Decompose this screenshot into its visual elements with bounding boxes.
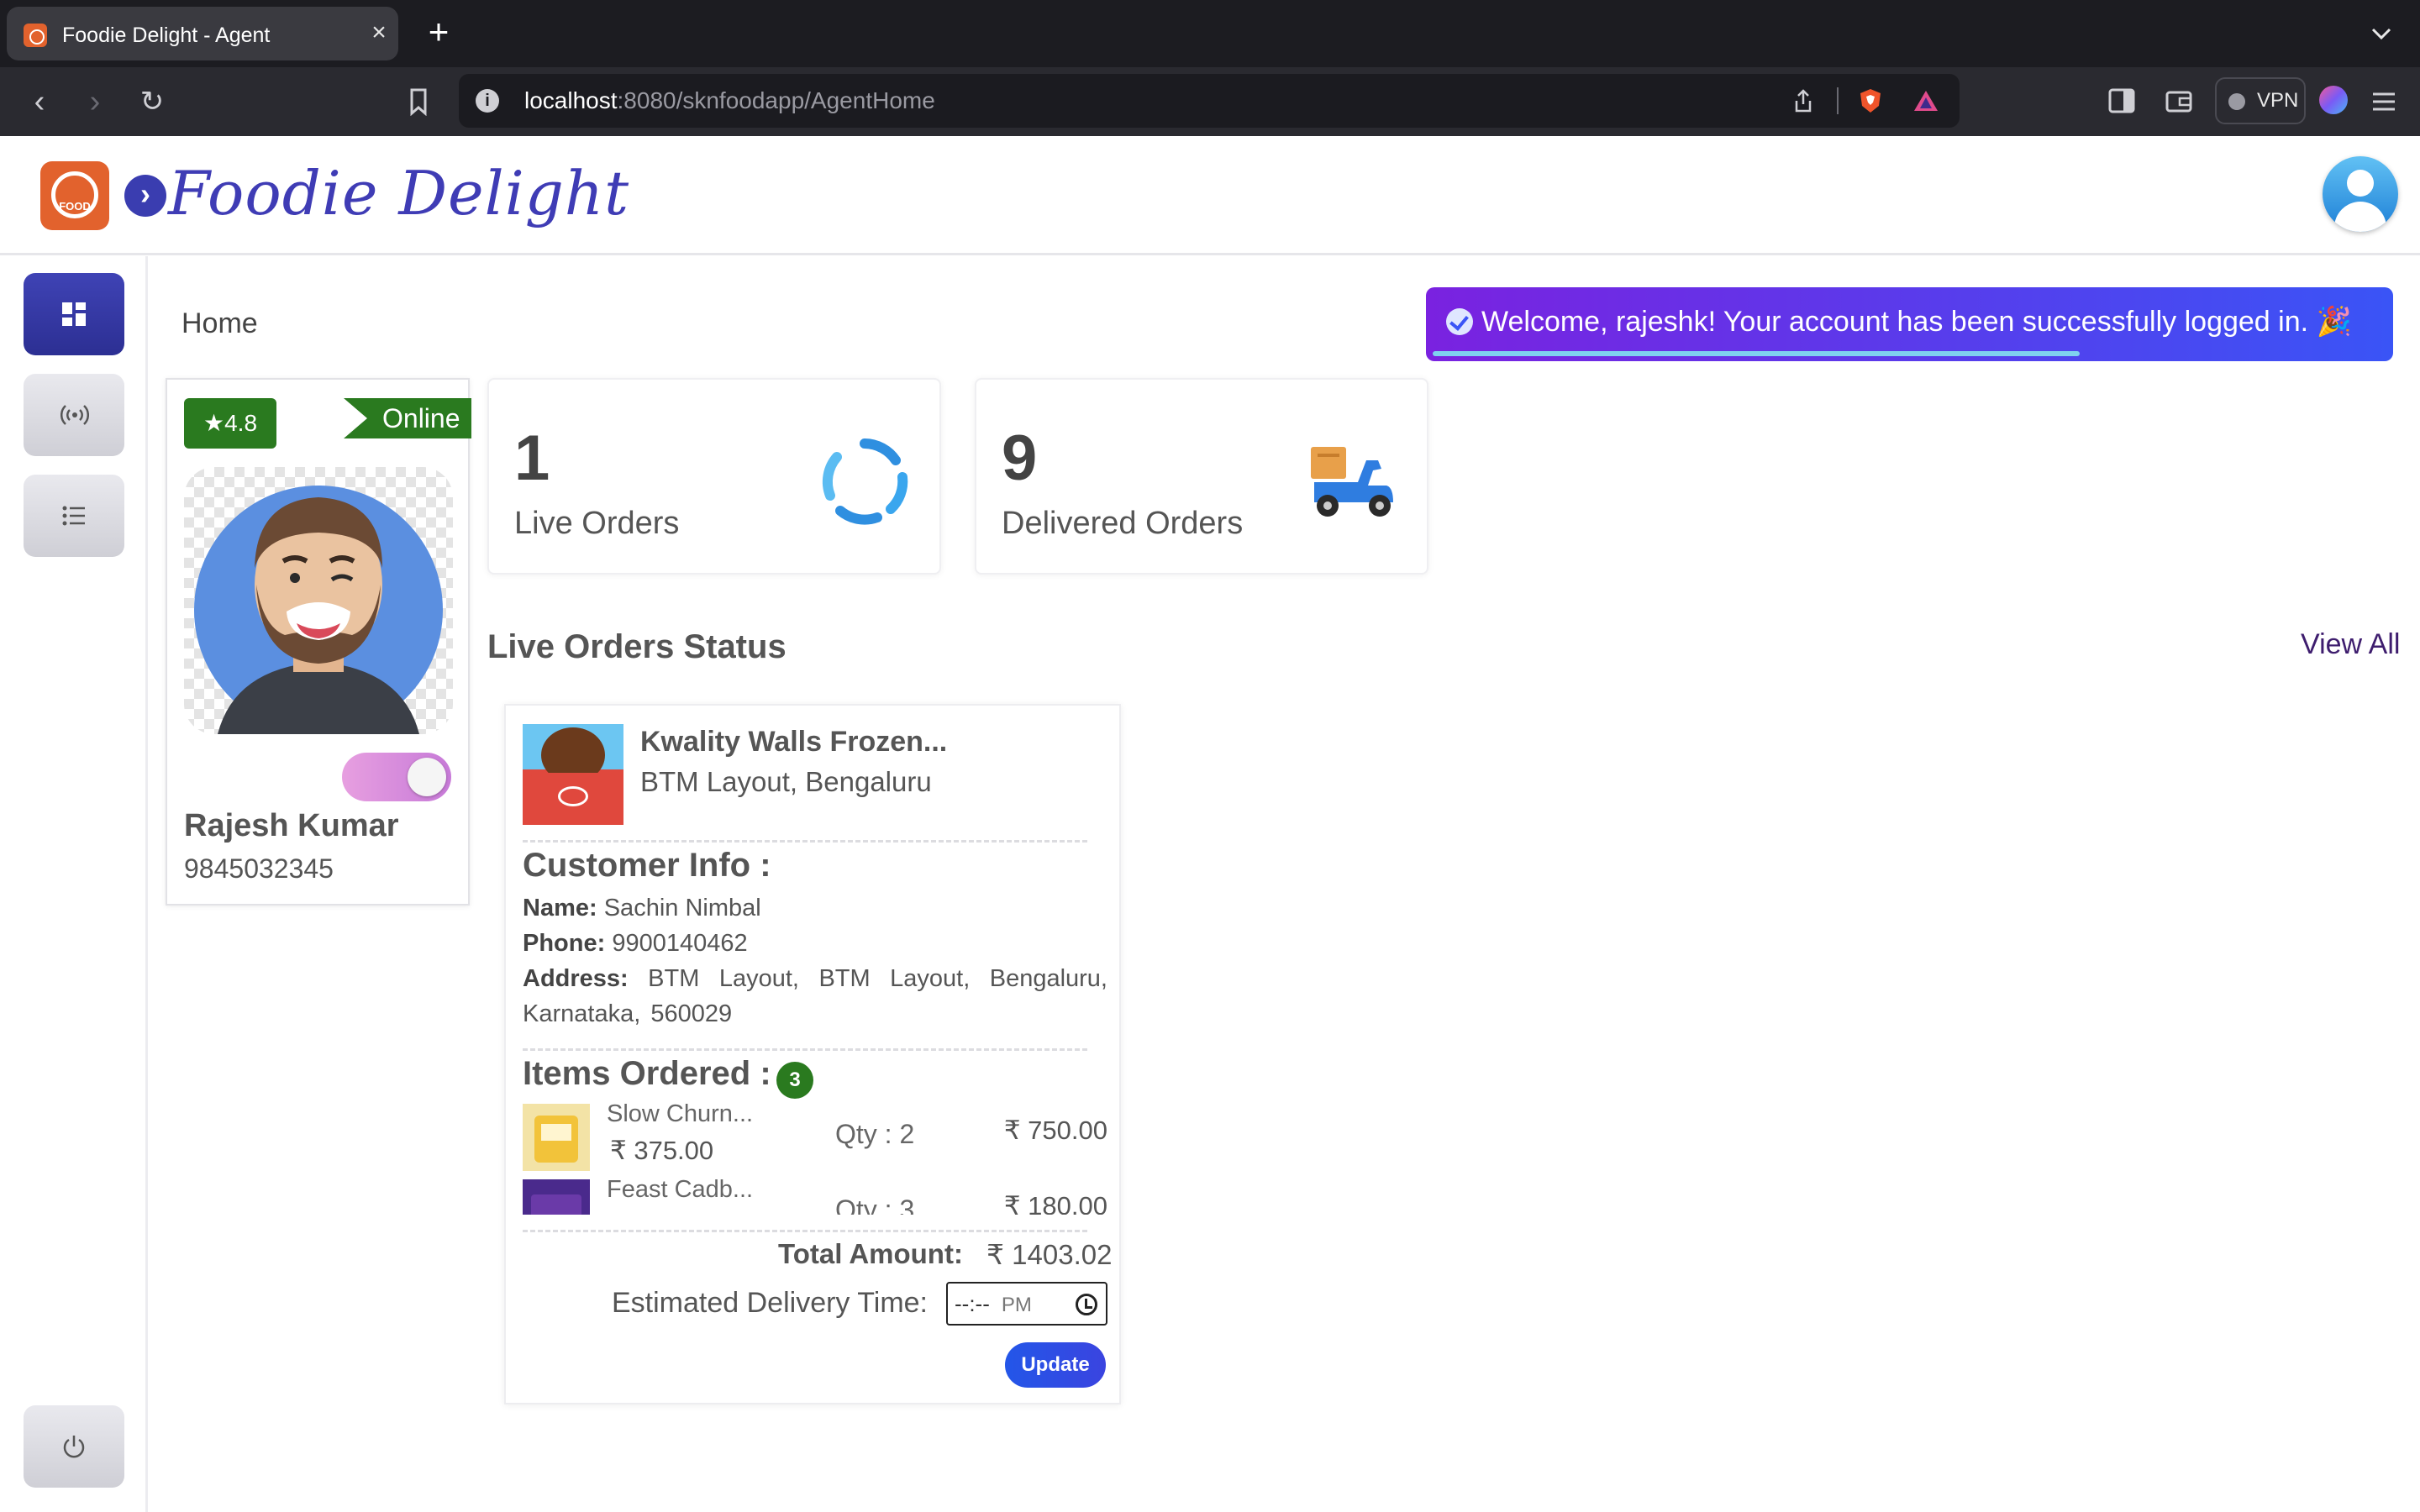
back-button[interactable]: ‹ <box>20 82 59 121</box>
divider <box>523 1048 1087 1051</box>
toast-progress-bar <box>1433 351 2080 356</box>
user-avatar-icon[interactable] <box>2323 156 2398 232</box>
url-text[interactable]: localhost:8080/sknfoodapp/AgentHome <box>524 87 935 114</box>
rating-badge: ★4.8 <box>184 398 276 449</box>
sidebar-item-orders[interactable] <box>24 475 124 557</box>
items-count-badge: 3 <box>776 1062 813 1099</box>
customer-info-title: Customer Info : <box>523 847 771 884</box>
item-qty: Qty : 2 <box>835 1119 915 1149</box>
brave-shield-icon[interactable] <box>1857 87 1884 114</box>
restaurant-name: Kwality Walls Frozen... <box>640 726 948 758</box>
agent-phone: 9845032345 <box>184 853 334 884</box>
clock-icon[interactable] <box>1076 1294 1097 1315</box>
live-orders-count: 1 <box>514 423 550 494</box>
share-icon[interactable] <box>1790 87 1817 114</box>
list-item: Slow Churn... ₹ 375.00 Qty : 2 ₹ 750.00 <box>523 1100 1107 1176</box>
profile-icon[interactable] <box>2319 86 2348 114</box>
restaurant-image <box>523 724 623 825</box>
broadcast-icon <box>60 405 89 425</box>
item-price: ₹ 375.00 <box>610 1136 714 1165</box>
wallet-icon[interactable] <box>2165 87 2193 114</box>
browser-tab-bar: Foodie Delight - Agent × + <box>0 0 2420 67</box>
brand-title: Foodie Delight <box>168 158 630 228</box>
food-logo-icon[interactable]: FOOD <box>40 161 109 230</box>
forward-button[interactable]: › <box>76 82 114 121</box>
live-orders-card[interactable]: 1 Live Orders <box>487 378 941 575</box>
grid-icon <box>62 302 86 326</box>
sidebar-toggle-icon[interactable] <box>2107 87 2136 114</box>
order-card: Kwality Walls Frozen... BTM Layout, Beng… <box>504 704 1121 1404</box>
list-item: Feast Cadb... Qty : 3 ₹ 180.00 <box>523 1176 1107 1215</box>
total-amount-label: Total Amount: <box>778 1238 963 1269</box>
sidebar <box>0 256 148 1512</box>
chevron-down-icon[interactable] <box>2366 18 2396 49</box>
delivered-orders-card[interactable]: 9 Delivered Orders <box>975 378 1428 575</box>
divider <box>1837 87 1839 114</box>
online-toggle[interactable] <box>342 753 451 801</box>
restaurant-location: BTM Layout, Bengaluru <box>640 766 932 797</box>
brave-rewards-icon[interactable] <box>1912 87 1939 114</box>
item-qty: Qty : 3 <box>835 1194 915 1215</box>
bookmark-icon[interactable] <box>405 87 432 116</box>
eta-label: Estimated Delivery Time: <box>612 1287 928 1319</box>
live-orders-status-title: Live Orders Status <box>487 628 786 665</box>
delivered-orders-label: Delivered Orders <box>1002 506 1244 541</box>
delivery-scooter-icon <box>1311 447 1393 517</box>
vpn-button[interactable]: VPN <box>2215 77 2306 124</box>
items-list[interactable]: Slow Churn... ₹ 375.00 Qty : 2 ₹ 750.00 … <box>523 1100 1107 1215</box>
favicon-icon <box>24 24 47 47</box>
sidebar-item-dashboard[interactable] <box>24 273 124 355</box>
items-ordered-title: Items Ordered : <box>523 1055 771 1092</box>
item-thumbnail <box>523 1104 590 1171</box>
tab-title: Foodie Delight - Agent <box>62 24 271 47</box>
vpn-status-icon <box>2228 93 2245 110</box>
agent-profile-card: ★4.8 Online Rajesh Kumar 9845032345 <box>166 378 471 906</box>
status-ribbon: Online <box>344 398 471 438</box>
divider <box>523 840 1087 843</box>
agent-name: Rajesh Kumar <box>184 808 399 843</box>
toast-message: Welcome, rajeshk! Your account has been … <box>1481 306 2352 338</box>
reload-button[interactable]: ↻ <box>133 82 171 121</box>
customer-phone: Phone: 9900140462 <box>523 930 748 957</box>
login-toast[interactable]: Welcome, rajeshk! Your account has been … <box>1426 287 2393 361</box>
sidebar-item-live[interactable] <box>24 374 124 456</box>
info-icon[interactable]: i <box>476 89 499 113</box>
vpn-label: VPN <box>2257 89 2299 112</box>
tab-close-icon[interactable]: × <box>365 18 393 47</box>
address-bar[interactable]: i localhost:8080/sknfoodapp/AgentHome <box>459 74 1960 128</box>
live-orders-label: Live Orders <box>514 506 680 541</box>
delivered-orders-count: 9 <box>1002 423 1038 494</box>
item-total: ₹ 180.00 <box>1003 1191 1107 1215</box>
item-thumbnail <box>523 1179 590 1215</box>
loading-spinner-icon <box>822 438 908 525</box>
new-tab-button[interactable]: + <box>420 14 457 52</box>
item-name: Slow Churn... <box>607 1100 754 1127</box>
check-circle-icon <box>1446 308 1473 335</box>
view-all-link[interactable]: View All <box>2301 628 2400 661</box>
eta-time-input[interactable]: --:-- PM <box>946 1282 1107 1326</box>
customer-name: Name: Sachin Nimbal <box>523 895 761 921</box>
power-icon <box>63 1436 85 1458</box>
breadcrumb[interactable]: Home <box>182 307 258 340</box>
divider <box>523 1230 1087 1232</box>
item-name: Feast Cadb... <box>607 1176 754 1203</box>
app-header: FOOD › Foodie Delight <box>0 136 2420 255</box>
total-amount-value: ₹ 1403.02 <box>986 1239 1113 1270</box>
toggle-knob-icon <box>408 758 446 796</box>
item-total: ₹ 750.00 <box>1003 1116 1107 1145</box>
menu-icon[interactable] <box>2370 89 2398 114</box>
sidebar-expand-button[interactable]: › <box>124 175 166 217</box>
browser-nav-bar: ‹ › ↻ i localhost:8080/sknfoodapp/AgentH… <box>0 67 2420 136</box>
update-button[interactable]: Update <box>1005 1342 1106 1388</box>
list-icon <box>62 506 85 526</box>
agent-avatar <box>184 467 453 734</box>
customer-address: Address: BTM Layout, BTM Layout, Bengalu… <box>523 965 1107 1027</box>
browser-tab[interactable]: Foodie Delight - Agent × <box>7 7 398 60</box>
logout-button[interactable] <box>24 1405 124 1488</box>
